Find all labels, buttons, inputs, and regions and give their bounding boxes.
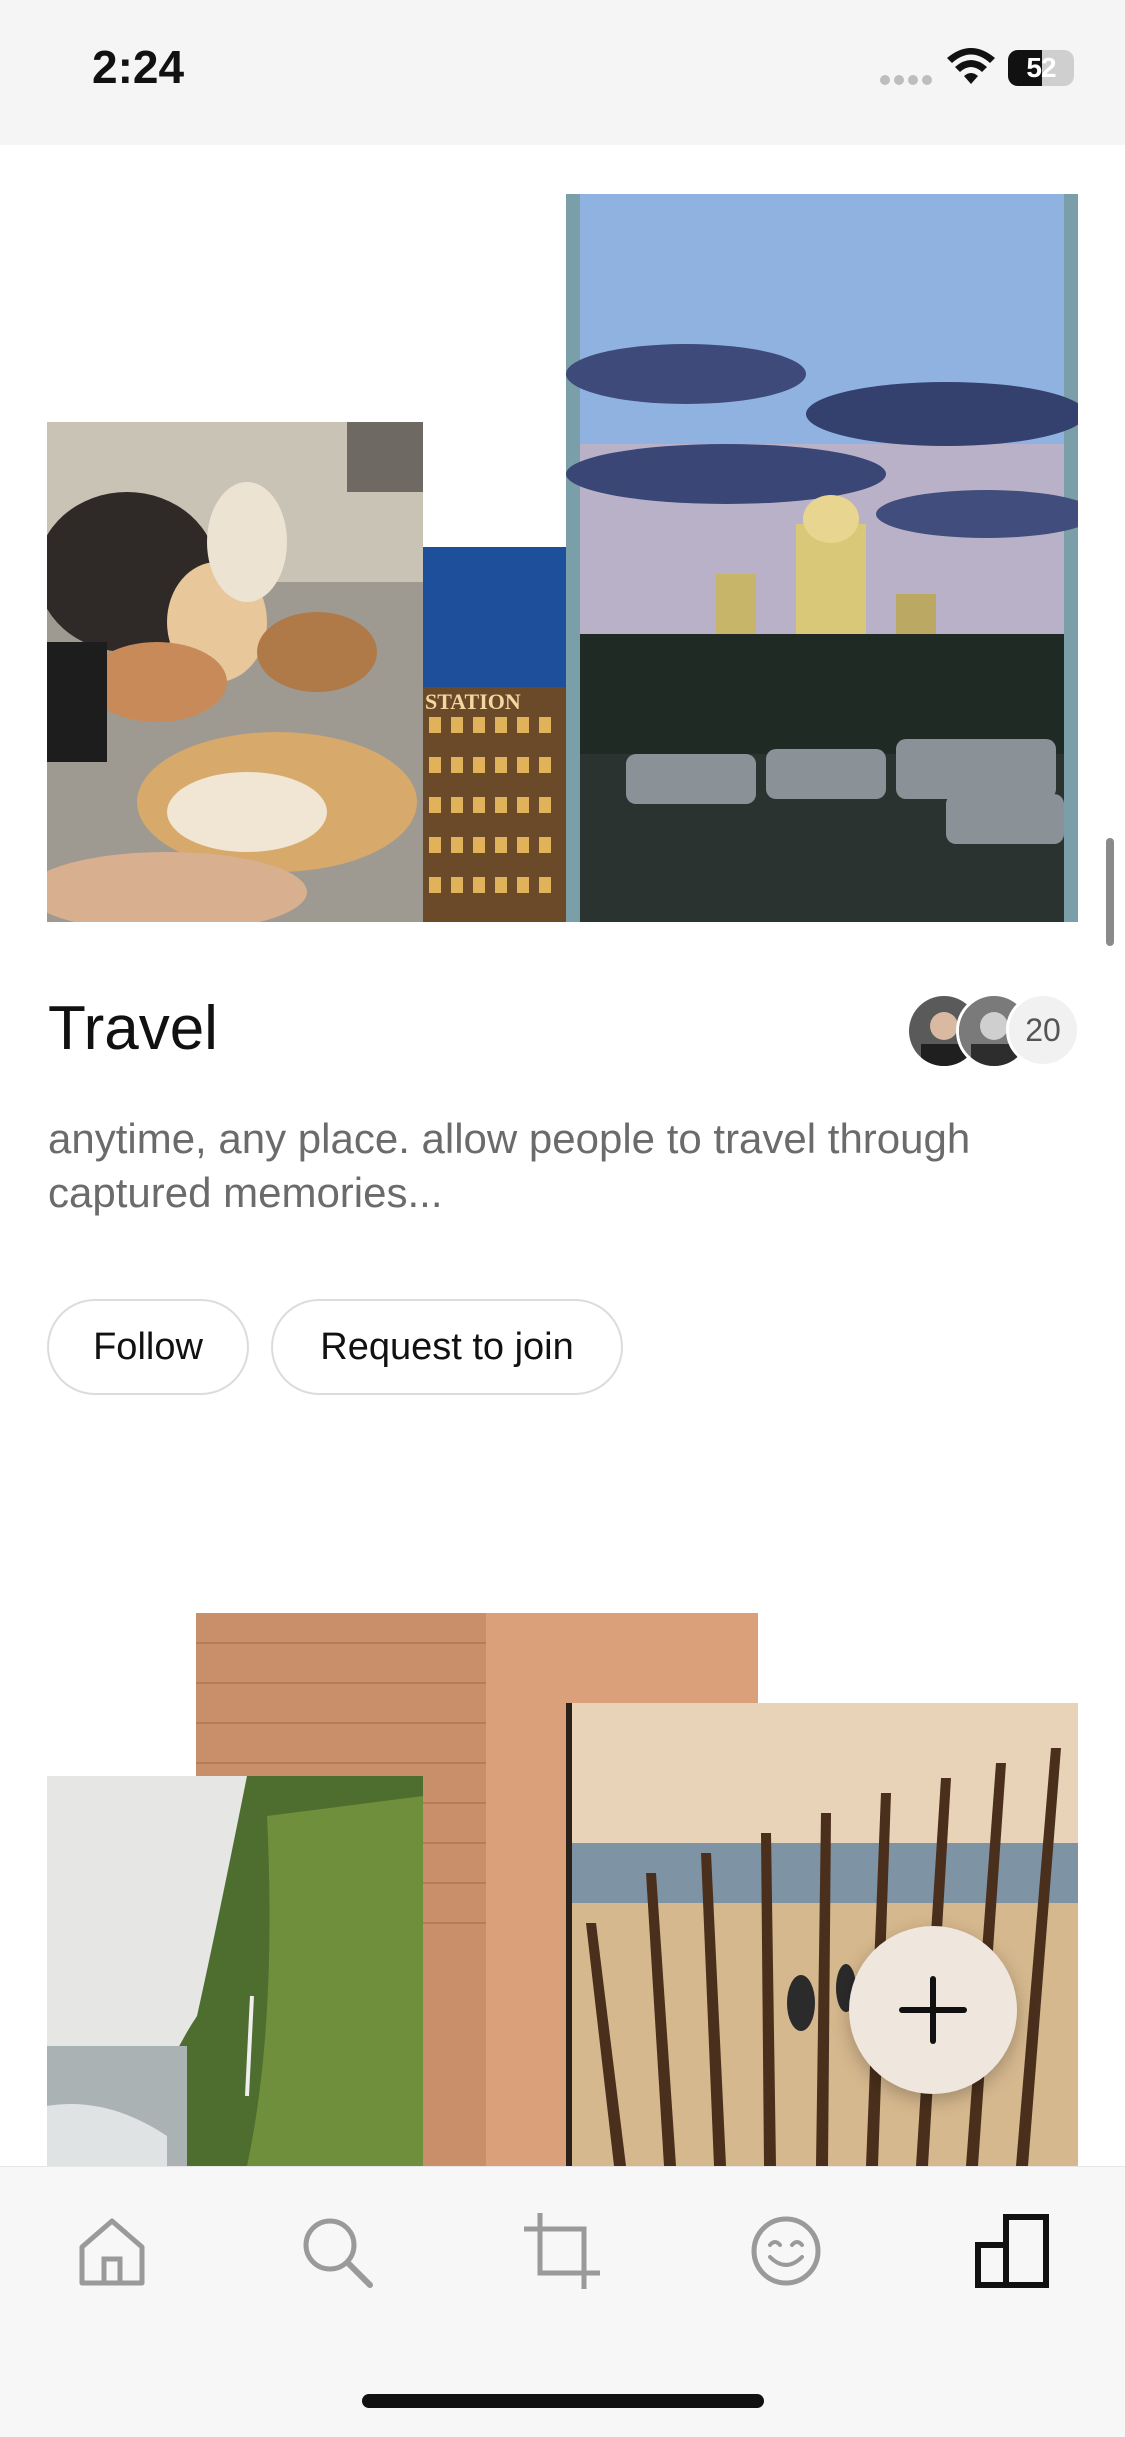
home-indicator (362, 2394, 764, 2408)
photo-beach-fence (566, 1703, 1078, 2166)
photo-cliff (47, 1776, 423, 2166)
photo-castle (566, 194, 1078, 922)
tab-activity[interactable] (746, 2211, 826, 2291)
request-to-join-button[interactable]: Request to join (271, 1299, 623, 1395)
member-count-badge: 20 (1006, 993, 1080, 1067)
home-icon (79, 2218, 145, 2286)
tab-home[interactable] (72, 2211, 152, 2291)
scrollbar[interactable] (1106, 838, 1114, 946)
crop-icon (524, 2213, 600, 2289)
tab-albums[interactable] (972, 2211, 1052, 2291)
tab-search[interactable] (296, 2211, 376, 2291)
tab-create[interactable] (522, 2211, 602, 2291)
album-title: Travel (48, 994, 218, 1063)
album-collage-travel[interactable]: STATION (0, 0, 1125, 930)
plus-icon (899, 1976, 967, 2044)
photo-dogs (47, 422, 423, 922)
add-button[interactable] (849, 1926, 1017, 2094)
photo-station: STATION (423, 547, 566, 922)
album-description: anytime, any place. allow people to trav… (48, 1115, 971, 1216)
photo-sign-text: STATION (425, 689, 521, 714)
album-members[interactable]: 20 (906, 993, 1080, 1069)
albums-icon (975, 2214, 1049, 2288)
search-icon (303, 2218, 373, 2288)
smiley-icon (751, 2216, 821, 2286)
follow-button[interactable]: Follow (47, 1299, 249, 1395)
